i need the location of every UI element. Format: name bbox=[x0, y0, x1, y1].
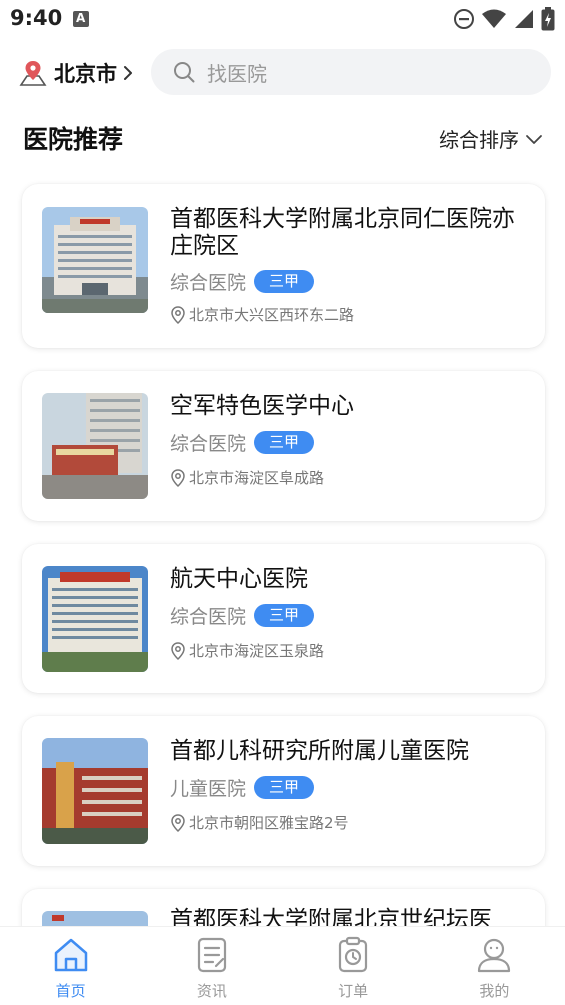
grade-badge: 三甲 bbox=[254, 270, 315, 293]
hospital-address: 北京市大兴区西环东二路 bbox=[170, 304, 354, 325]
map-pin-icon bbox=[19, 61, 47, 86]
city-selector[interactable]: 北京市 bbox=[18, 58, 133, 88]
nav-label-news: 资讯 bbox=[196, 982, 227, 1000]
hospital-thumbnail bbox=[42, 393, 148, 499]
order-icon bbox=[339, 936, 368, 973]
nav-label-profile: 我的 bbox=[479, 982, 510, 1000]
nav-item-news[interactable]: 资讯 bbox=[141, 927, 282, 1005]
hospital-name: 首都儿科研究所附属儿童医院 bbox=[170, 738, 469, 764]
nav-label-home: 首页 bbox=[55, 982, 86, 1000]
hospital-card[interactable]: 空军特色医学中心 综合医院 三甲 北京市海淀区阜成路 bbox=[22, 371, 545, 521]
bottom-nav: 首页 资讯 订单 我的 bbox=[0, 926, 565, 1005]
hospital-name: 航天中心医院 bbox=[170, 566, 308, 592]
hospital-type: 综合医院 bbox=[170, 433, 247, 455]
hospital-thumbnail bbox=[42, 207, 148, 313]
location-pin-icon bbox=[171, 468, 185, 487]
hospital-thumbnail bbox=[42, 911, 148, 926]
address-text: 北京市海淀区玉泉路 bbox=[189, 642, 325, 660]
hospital-type: 儿童医院 bbox=[170, 778, 247, 800]
hospital-thumbnail bbox=[42, 566, 148, 672]
hospital-address: 北京市海淀区阜成路 bbox=[170, 467, 324, 488]
location-pin-icon bbox=[171, 641, 185, 660]
location-pin-icon bbox=[171, 305, 185, 324]
hospital-card[interactable]: 首都医科大学附属北京世纪坛医 bbox=[22, 889, 545, 926]
hospital-card[interactable]: 首都儿科研究所附属儿童医院 儿童医院 三甲 北京市朝阳区雅宝路2号 bbox=[22, 716, 545, 866]
home-icon bbox=[54, 938, 87, 972]
nav-item-orders[interactable]: 订单 bbox=[283, 927, 424, 1005]
chevron-right-icon bbox=[124, 66, 132, 80]
grade-badge: 三甲 bbox=[254, 776, 315, 799]
search-input[interactable]: 找医院 bbox=[151, 49, 551, 95]
hospital-name: 空军特色医学中心 bbox=[170, 393, 354, 419]
hospital-card[interactable]: 首都医科大学附属北京同仁医院亦庄院区 综合医院 三甲 北京市大兴区西环东二路 bbox=[22, 184, 545, 348]
news-icon bbox=[197, 937, 226, 973]
hospital-address: 北京市朝阳区雅宝路2号 bbox=[170, 812, 349, 833]
sort-label: 综合排序 bbox=[439, 128, 519, 152]
top-bar: 北京市 找医院 bbox=[0, 48, 565, 96]
address-text: 北京市海淀区阜成路 bbox=[189, 469, 325, 487]
section-title: 医院推荐 bbox=[23, 125, 124, 154]
hospital-name: 首都医科大学附属北京世纪坛医 bbox=[170, 907, 492, 926]
profile-icon bbox=[478, 938, 511, 973]
hospital-type: 综合医院 bbox=[170, 606, 247, 628]
nav-item-home[interactable]: 首页 bbox=[0, 927, 141, 1005]
search-placeholder: 找医院 bbox=[207, 61, 267, 86]
hospital-address: 北京市海淀区玉泉路 bbox=[170, 640, 324, 661]
hospital-meta: 综合医院 三甲 bbox=[170, 268, 315, 295]
search-icon bbox=[174, 62, 195, 83]
hospital-name: 首都医科大学附属北京同仁医院亦庄院区 bbox=[170, 206, 515, 259]
chevron-down-icon bbox=[526, 134, 542, 144]
address-text: 北京市朝阳区雅宝路2号 bbox=[189, 814, 349, 832]
grade-badge: 三甲 bbox=[254, 431, 315, 454]
hospital-type: 综合医院 bbox=[170, 272, 247, 294]
city-name: 北京市 bbox=[54, 62, 117, 86]
grade-badge: 三甲 bbox=[254, 604, 315, 627]
nav-item-profile[interactable]: 我的 bbox=[424, 927, 565, 1005]
sort-dropdown[interactable]: 综合排序 bbox=[439, 124, 543, 153]
hospital-meta: 综合医院 三甲 bbox=[170, 429, 315, 456]
location-pin-icon bbox=[171, 813, 185, 832]
hospital-card[interactable]: 航天中心医院 综合医院 三甲 北京市海淀区玉泉路 bbox=[22, 544, 545, 693]
hospital-meta: 综合医院 三甲 bbox=[170, 602, 315, 629]
nav-label-orders: 订单 bbox=[338, 982, 369, 1000]
hospital-thumbnail bbox=[42, 738, 148, 844]
address-text: 北京市大兴区西环东二路 bbox=[189, 306, 355, 324]
hospital-meta: 儿童医院 三甲 bbox=[170, 774, 315, 801]
